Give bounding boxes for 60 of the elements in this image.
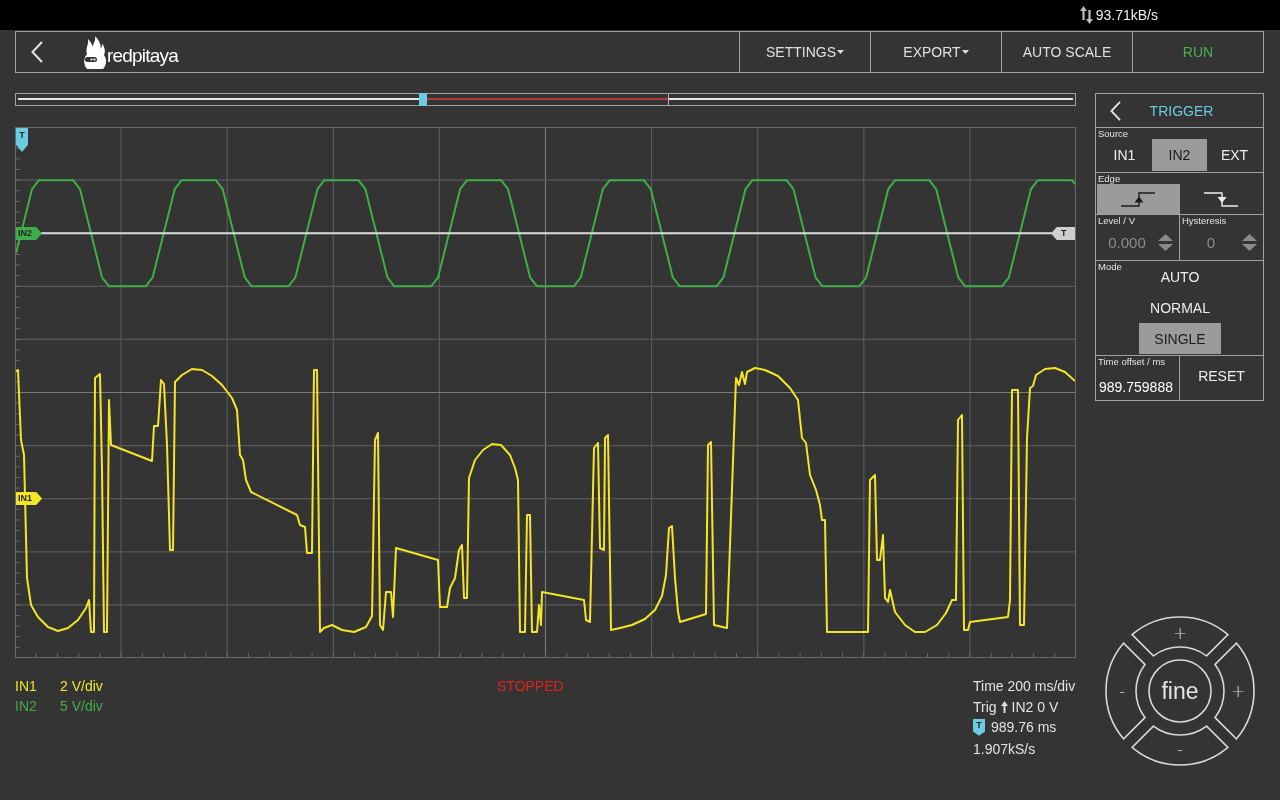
run-button[interactable]: RUN xyxy=(1132,32,1263,72)
channel-offset-marker[interactable]: IN2 xyxy=(16,227,42,240)
field-label: Level / V xyxy=(1097,215,1135,226)
rising-edge-icon xyxy=(1120,189,1157,209)
panel-title: TRIGGER xyxy=(1148,102,1215,119)
chevron-left-icon xyxy=(31,41,43,63)
channel-scale: 5 V/div xyxy=(60,697,103,716)
channel-name: IN2 xyxy=(15,697,38,716)
mode-option-button[interactable]: NORMAL xyxy=(1139,292,1221,323)
source-option-button[interactable]: IN1 xyxy=(1097,139,1152,171)
increase-button[interactable] xyxy=(1242,233,1257,241)
flame-logo-icon xyxy=(82,35,106,69)
down-triangle-icon xyxy=(1158,243,1173,251)
trigger-time-marker[interactable]: T xyxy=(16,128,28,152)
trigger-label: Trig xyxy=(973,697,997,717)
mode-option-button[interactable]: AUTO xyxy=(1139,261,1221,292)
dial-segment-button[interactable]: - xyxy=(1130,725,1229,766)
up-triangle-icon xyxy=(1242,233,1257,241)
transfer-arrows-icon xyxy=(1079,6,1093,24)
fine-button[interactable]: fine xyxy=(1147,659,1212,723)
decrease-button[interactable] xyxy=(1158,243,1173,251)
up-triangle-icon xyxy=(1158,233,1173,241)
source-option-button[interactable]: IN2 xyxy=(1152,139,1207,171)
caret-down-icon xyxy=(837,50,844,54)
reset-button[interactable]: RESET xyxy=(1180,356,1263,400)
chevron-left-icon xyxy=(1109,100,1121,121)
dial-segment-button[interactable]: + xyxy=(1213,642,1255,740)
time-scale-text: Time 200 ms/div xyxy=(973,677,1076,697)
down-triangle-icon xyxy=(1242,243,1257,251)
trigger-marker-badge: T xyxy=(973,718,985,736)
dial-segment-button[interactable]: + xyxy=(1130,616,1229,657)
up-arrow-icon xyxy=(1000,700,1008,713)
section-label: Source xyxy=(1097,128,1129,139)
auto-scale-button[interactable]: AUTO SCALE xyxy=(1001,32,1132,72)
decrease-button[interactable] xyxy=(1242,243,1257,251)
source-option-button[interactable]: EXT xyxy=(1207,139,1262,171)
export-menu-button[interactable]: EXPORT xyxy=(870,32,1001,72)
trigger-source-text: IN2 0 V xyxy=(1011,697,1059,717)
run-state-text: STOPPED xyxy=(497,677,564,696)
rising-edge-button[interactable] xyxy=(1097,184,1180,214)
settings-menu-button[interactable]: SETTINGS xyxy=(739,32,870,72)
channel-name: IN1 xyxy=(15,677,38,696)
sample-rate-text: 1.907kS/s xyxy=(973,739,1036,759)
trigger-level-marker[interactable]: T xyxy=(1051,227,1075,240)
time-offset-input[interactable]: 989.759888 xyxy=(1096,367,1179,395)
caret-down-icon xyxy=(961,50,969,54)
increase-button[interactable] xyxy=(1158,233,1173,241)
dial-segment-button[interactable]: - xyxy=(1104,642,1146,740)
channel-scale: 2 V/div xyxy=(60,677,103,696)
trigger-offset-text: 989.76 ms xyxy=(991,718,1057,738)
field-label: Hysteresis xyxy=(1181,215,1227,226)
trigger-position-marker[interactable] xyxy=(419,93,427,106)
channel-offset-marker[interactable]: IN1 xyxy=(16,492,42,505)
section-label: Edge xyxy=(1097,173,1121,184)
falling-edge-icon xyxy=(1202,189,1239,209)
mode-option-button[interactable]: SINGLE xyxy=(1139,323,1221,354)
field-label: Time offset / ms xyxy=(1097,356,1166,367)
data-rate-text: 93.71kB/s xyxy=(1095,7,1158,23)
section-label: Mode xyxy=(1097,261,1123,272)
logo-text: redpitaya xyxy=(107,44,178,67)
